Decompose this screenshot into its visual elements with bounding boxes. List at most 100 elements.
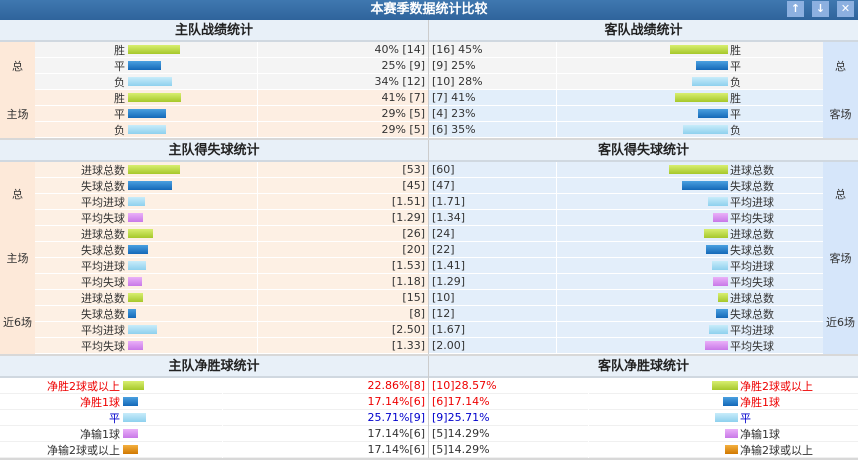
group-rows: [24] 进球总数 [22] 失球总数 [1.41] 平均进球 [1.29] 平均失球 bbox=[429, 225, 823, 290]
group-1: [7] 41% 胜 [4] 23% 平 [6] 35% 负 客场 bbox=[429, 89, 858, 138]
table-row: 净输1球 17.14%[6] bbox=[0, 425, 428, 442]
row-value: [4] 23% bbox=[432, 107, 476, 120]
page-title: 本赛季数据统计比较 bbox=[370, 2, 488, 17]
bar-lblue bbox=[682, 125, 728, 134]
bar-cell bbox=[128, 209, 258, 226]
row-label: 负 bbox=[114, 123, 125, 137]
bar-cell bbox=[556, 209, 728, 226]
row-label: 平均失球 bbox=[730, 275, 774, 289]
row-value: [20] bbox=[402, 243, 425, 256]
home-net-table: 主队净胜球统计 净胜2球或以上 22.86%[8] 净胜1球 17.14%[6] 平 25.… bbox=[0, 356, 429, 458]
row-value: [2.50] bbox=[391, 323, 425, 336]
bar-cell bbox=[128, 273, 258, 290]
table-row: [1.41] 平均进球 bbox=[429, 257, 823, 274]
row-value: 25% [9] bbox=[381, 59, 425, 72]
row-label: 进球总数 bbox=[730, 291, 774, 305]
away-record-table: 客队战绩统计 [16] 45% 胜 [9] 25% 平 [10] 28% 负总 [7] 41%… bbox=[429, 20, 858, 138]
bar-cell bbox=[128, 305, 258, 322]
bar-blue bbox=[128, 109, 166, 118]
home-record-table: 主队战绩统计总胜 40% [14] 平 25% [9] 负 34% [12] 主场胜 41% … bbox=[0, 20, 429, 138]
row-value: 25.71%[9] bbox=[367, 411, 425, 424]
row-value: [1.51] bbox=[391, 195, 425, 208]
table-row: [6]17.14% 净胜1球 bbox=[429, 393, 858, 410]
bar-green bbox=[712, 381, 738, 390]
row-label: 平均进球 bbox=[81, 195, 125, 209]
bar-lblue bbox=[123, 413, 147, 422]
home-record-title: 主队战绩统计 bbox=[0, 20, 428, 42]
group-label: 总 bbox=[823, 162, 858, 226]
row-label: 平均进球 bbox=[730, 323, 774, 337]
bar-cell bbox=[556, 305, 728, 322]
group-label: 客场 bbox=[823, 226, 858, 290]
group-label: 近6场 bbox=[0, 290, 35, 354]
bar-cell bbox=[556, 289, 728, 306]
bar-lblue bbox=[714, 413, 738, 422]
row-value: [10] bbox=[432, 291, 455, 304]
group-rows: [7] 41% 胜 [4] 23% 平 [6] 35% 负 bbox=[429, 89, 823, 138]
net-section: 主队净胜球统计 净胜2球或以上 22.86%[8] 净胜1球 17.14%[6] 平 25.… bbox=[0, 356, 858, 460]
bar-cell bbox=[588, 441, 738, 458]
table-row: [9] 25% 平 bbox=[429, 57, 823, 74]
table-row: [6] 35% 负 bbox=[429, 121, 823, 138]
row-value: [1.29] bbox=[391, 211, 425, 224]
close-icon[interactable]: ✕ bbox=[837, 1, 854, 17]
table-row: [60] 进球总数 bbox=[429, 161, 823, 178]
row-label: 净输1球 bbox=[80, 427, 120, 441]
row-value: [1.34] bbox=[432, 211, 466, 224]
away-net-table: 客队净胜球统计 [10]28.57% 净胜2球或以上 [6]17.14% 净胜1球 [9]… bbox=[429, 356, 858, 458]
bar-cell bbox=[556, 257, 728, 274]
group-rows: 胜 40% [14] 平 25% [9] 负 34% [12] bbox=[35, 41, 428, 90]
row-value: [47] bbox=[432, 179, 455, 192]
bar-green bbox=[128, 229, 154, 238]
bar-lblue bbox=[128, 261, 146, 270]
up-icon[interactable]: ↑ bbox=[787, 1, 804, 17]
bar-cell bbox=[123, 425, 223, 442]
row-label: 失球总数 bbox=[730, 307, 774, 321]
row-label: 进球总数 bbox=[81, 163, 125, 177]
table-row: [24] 进球总数 bbox=[429, 225, 823, 242]
row-label: 失球总数 bbox=[730, 243, 774, 257]
bar-lblue bbox=[128, 77, 173, 86]
bar-cell bbox=[128, 225, 258, 242]
bar-orange bbox=[725, 445, 738, 454]
row-value: [12] bbox=[432, 307, 455, 320]
row-label: 失球总数 bbox=[81, 243, 125, 257]
row-label: 胜 bbox=[114, 43, 125, 57]
home-net-title: 主队净胜球统计 bbox=[0, 356, 428, 378]
row-label: 平均失球 bbox=[730, 211, 774, 225]
bar-cell bbox=[556, 161, 728, 178]
table-row: [47] 失球总数 bbox=[429, 177, 823, 194]
table-row: [4] 23% 平 bbox=[429, 105, 823, 122]
table-row: [9]25.71% 平 bbox=[429, 409, 858, 426]
table-row: [16] 45% 胜 bbox=[429, 41, 823, 58]
bar-purple bbox=[705, 341, 728, 350]
goals-section: 主队得失球统计总进球总数 [53] 失球总数 [45] 平均进球 [1.51] 平均失球 [1… bbox=[0, 140, 858, 356]
bar-green bbox=[674, 93, 728, 102]
bar-blue bbox=[681, 181, 728, 190]
row-label: 胜 bbox=[114, 91, 125, 105]
bar-lblue bbox=[128, 125, 166, 134]
bar-cell bbox=[128, 177, 258, 194]
group-label: 总 bbox=[823, 42, 858, 90]
row-label: 进球总数 bbox=[81, 227, 125, 241]
row-label: 平均进球 bbox=[81, 259, 125, 273]
bar-cell bbox=[128, 321, 258, 338]
bar-lblue bbox=[708, 325, 728, 334]
bar-cell bbox=[556, 105, 728, 122]
row-label: 平均失球 bbox=[81, 339, 125, 353]
group-label: 近6场 bbox=[823, 290, 858, 354]
table-row: [10] 28% 负 bbox=[429, 73, 823, 90]
stats-panel: 主队战绩统计总胜 40% [14] 平 25% [9] 负 34% [12] 主场胜 41% … bbox=[0, 20, 858, 460]
bar-cell bbox=[556, 121, 728, 138]
table-row: 进球总数 [15] bbox=[35, 289, 428, 306]
row-label: 进球总数 bbox=[730, 163, 774, 177]
down-icon[interactable]: ↓ bbox=[812, 1, 829, 17]
bar-cell bbox=[556, 225, 728, 242]
bar-cell bbox=[556, 273, 728, 290]
bar-cell bbox=[128, 57, 258, 74]
table-row: [22] 失球总数 bbox=[429, 241, 823, 258]
table-row: 进球总数 [53] bbox=[35, 161, 428, 178]
row-value: [26] bbox=[402, 227, 425, 240]
row-value: 29% [5] bbox=[381, 123, 425, 136]
table-row: [5]14.29% 净输2球或以上 bbox=[429, 441, 858, 458]
